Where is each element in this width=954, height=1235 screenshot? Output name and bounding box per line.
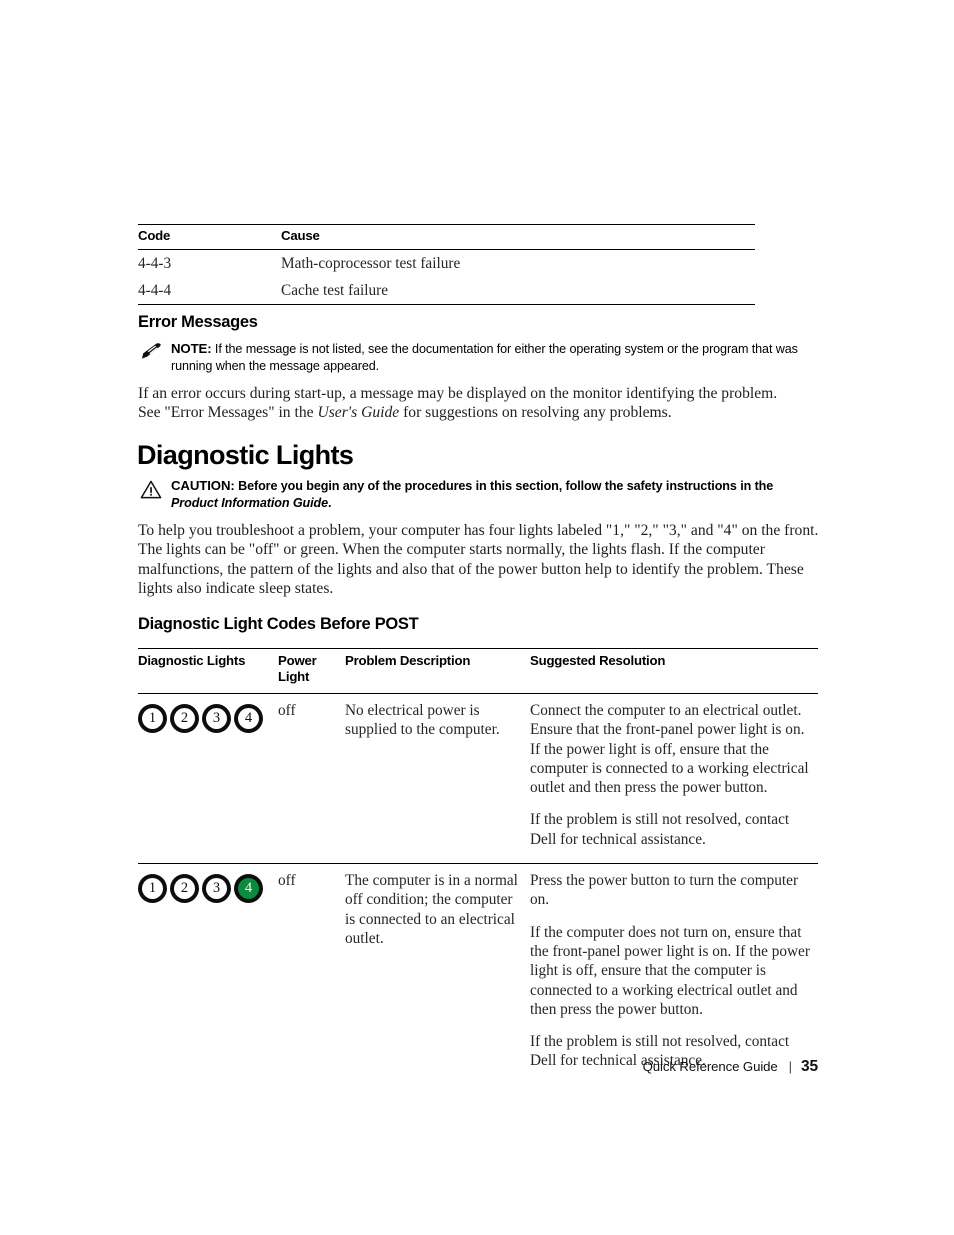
cell-power-light: off xyxy=(278,872,296,890)
cell-problem-description: No electrical power is supplied to the c… xyxy=(345,701,530,849)
caution-body-post: . xyxy=(328,495,332,510)
table-row: 1 2 3 4 off The computer is in a normal … xyxy=(138,864,818,1085)
column-header-suggested-resolution: Suggested Resolution xyxy=(530,653,666,668)
light-cluster: 1 2 3 4 xyxy=(138,701,278,733)
light-label: 1 xyxy=(148,879,157,896)
table-row: 4-4-3 Math-coprocessor test failure xyxy=(138,250,755,277)
product-information-guide-citation: Product Information Guide xyxy=(171,495,329,510)
cell-diagnostic-lights: 1 2 3 4 xyxy=(138,701,278,849)
cell-suggested-resolution: Connect the computer to an electrical ou… xyxy=(530,701,818,849)
pencil-icon xyxy=(140,341,162,365)
diagnostic-light-codes-table: Diagnostic Lights Power Light Problem Des… xyxy=(138,648,818,1085)
diagnostic-light-3: 3 xyxy=(202,704,231,733)
note-text: NOTE: If the message is not listed, see … xyxy=(171,341,812,374)
page-number: 35 xyxy=(800,1058,818,1075)
footer-guide-title: Quick Reference Guide xyxy=(642,1059,778,1074)
caution-label: CAUTION: xyxy=(171,478,235,493)
cell-code: 4-4-3 xyxy=(138,255,172,272)
resolution-paragraph: If the computer does not turn on, ensure… xyxy=(530,923,810,1018)
heading-diagnostic-light-codes-before-post: Diagnostic Light Codes Before POST xyxy=(138,615,419,633)
warning-triangle-icon xyxy=(140,478,162,504)
table-row: 4-4-4 Cache test failure xyxy=(138,277,755,304)
light-label: 2 xyxy=(180,709,189,726)
diagnostic-light-2: 2 xyxy=(170,874,199,904)
document-page: Code Cause 4-4-3 Math-coprocessor test f… xyxy=(0,0,954,1235)
paragraph-line-2-post: for suggestions on resolving any problem… xyxy=(399,404,672,422)
diagnostic-light-1: 1 xyxy=(138,874,167,904)
note-body: If the message is not listed, see the do… xyxy=(171,342,798,373)
light-label: 1 xyxy=(148,709,157,726)
page-footer: Quick Reference Guide | 35 xyxy=(0,1058,818,1076)
users-guide-citation: User's Guide xyxy=(317,404,400,422)
footer-separator: | xyxy=(788,1059,792,1074)
resolution-paragraph: Connect the computer to an electrical ou… xyxy=(530,702,809,797)
power-light-line1: Power xyxy=(278,653,317,668)
heading-error-messages: Error Messages xyxy=(138,313,258,331)
cell-suggested-resolution: Press the power button to turn the compu… xyxy=(530,871,818,1071)
note-admonition: NOTE: If the message is not listed, see … xyxy=(140,341,812,374)
light-label: 2 xyxy=(180,879,189,896)
diagnostic-light-2: 2 xyxy=(170,704,199,733)
resolution-paragraph: If the problem is still not resolved, co… xyxy=(530,811,790,848)
cell-cause: Math-coprocessor test failure xyxy=(281,255,461,272)
column-header-cause: Cause xyxy=(281,228,320,243)
problem-text: The computer is in a normal off conditio… xyxy=(345,872,518,947)
light-label: 4 xyxy=(244,709,253,726)
cell-problem-description: The computer is in a normal off conditio… xyxy=(345,871,530,1071)
cell-cause: Cache test failure xyxy=(281,282,389,299)
cell-diagnostic-lights: 1 2 3 4 xyxy=(138,871,278,1071)
beep-code-table: Code Cause 4-4-3 Math-coprocessor test f… xyxy=(138,224,755,305)
heading-diagnostic-lights: Diagnostic Lights xyxy=(137,440,354,470)
diagnostic-lights-paragraph: To help you troubleshoot a problem, your… xyxy=(138,522,819,598)
caution-admonition: CAUTION: Before you begin any of the pro… xyxy=(140,478,812,511)
table-rule-bottom xyxy=(138,304,755,305)
note-label: NOTE: xyxy=(171,341,212,356)
diagnostic-light-1: 1 xyxy=(138,704,167,733)
column-header-problem-description: Problem Description xyxy=(345,653,471,668)
resolution-paragraph: Press the power button to turn the compu… xyxy=(530,872,799,909)
diagnostic-light-3: 3 xyxy=(202,874,231,904)
error-messages-paragraph: If an error occurs during start-up, a me… xyxy=(138,384,828,423)
table-row: 1 2 3 4 off No electrical power is suppl… xyxy=(138,694,818,863)
paragraph-line-2-pre: See "Error Messages" in the xyxy=(138,404,318,422)
problem-text: No electrical power is supplied to the c… xyxy=(345,702,500,739)
light-cluster: 1 2 3 4 xyxy=(138,871,278,904)
caution-body-pre: Before you begin any of the procedures i… xyxy=(234,479,774,493)
table-header-row: Diagnostic Lights Power Light Problem Des… xyxy=(138,649,818,693)
column-header-diagnostic-lights: Diagnostic Lights xyxy=(138,653,246,668)
light-label: 3 xyxy=(212,879,221,896)
light-label: 3 xyxy=(212,709,221,726)
diagnostic-light-4: 4 xyxy=(234,704,263,733)
power-light-line2: Light xyxy=(278,669,310,684)
cell-code: 4-4-4 xyxy=(138,282,172,299)
column-header-code: Code xyxy=(138,228,171,243)
caution-text: CAUTION: Before you begin any of the pro… xyxy=(171,478,812,511)
light-label: 4 xyxy=(244,879,253,896)
diagnostic-light-4: 4 xyxy=(234,874,263,904)
column-header-power-light: Power Light xyxy=(278,653,345,685)
paragraph-line-1: If an error occurs during start-up, a me… xyxy=(138,385,778,402)
table-header-row: Code Cause xyxy=(138,225,755,249)
cell-power-light: off xyxy=(278,702,296,719)
